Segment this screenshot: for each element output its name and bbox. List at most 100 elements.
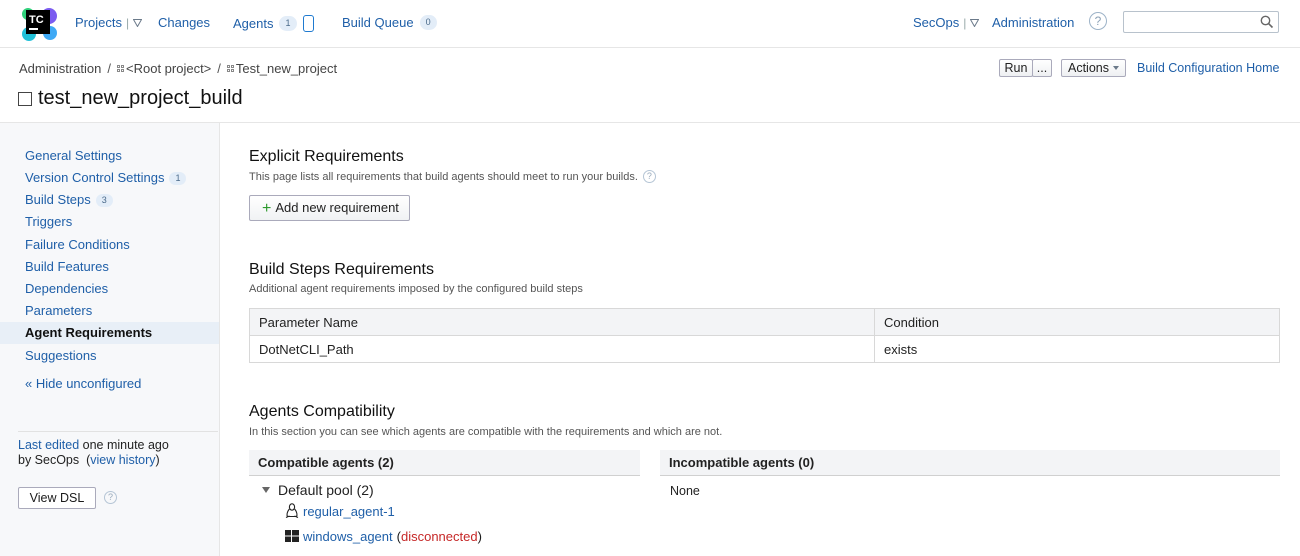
agents-count-badge: 1 — [279, 16, 297, 31]
agents-compatibility-heading: Agents Compatibility — [249, 403, 395, 420]
last-edited-time: one minute ago — [79, 438, 169, 452]
build-queue-count-badge: 0 — [419, 15, 437, 30]
sidebar-item-suggestions[interactable]: Suggestions — [0, 345, 219, 367]
last-edited-by: by SecOps — [18, 453, 80, 467]
add-new-requirement-button[interactable]: + Add new requirement — [249, 195, 410, 221]
dsl-help-icon[interactable]: ? — [104, 491, 117, 504]
user-name[interactable]: SecOps — [913, 15, 959, 30]
actions-label[interactable]: Actions — [1068, 61, 1109, 75]
hide-unconfigured-link[interactable]: « Hide unconfigured — [0, 373, 219, 395]
help-icon[interactable]: ? — [642, 170, 656, 183]
svg-text:TC: TC — [29, 14, 44, 26]
actions-button[interactable]: Actions — [1061, 59, 1126, 77]
agent-row-regular-agent-1: regular_agent-1 — [285, 503, 395, 519]
linux-icon — [285, 503, 299, 519]
view-history-link[interactable]: view history — [90, 453, 155, 467]
sidebar-item-dependencies[interactable]: Dependencies — [0, 278, 219, 300]
build-steps-requirements-table: Parameter Name Condition DotNetCLI_Path … — [249, 308, 1280, 363]
explicit-requirements-description: This page lists all requirements that bu… — [249, 170, 656, 183]
sidebar-item-label[interactable]: Failure Conditions — [25, 237, 130, 252]
projects-dropdown-icon[interactable] — [133, 18, 143, 27]
sidebar-item-label[interactable]: Triggers — [25, 214, 72, 229]
breadcrumb-administration[interactable]: Administration — [19, 61, 101, 76]
breadcrumb: Administration / <Root project> / Test_n… — [19, 61, 338, 76]
sidebar-item-label[interactable]: General Settings — [25, 148, 122, 163]
sidebar-item-parameters[interactable]: Parameters — [0, 300, 219, 322]
sidebar-item-label[interactable]: Build Steps — [25, 192, 91, 207]
sidebar-item-label[interactable]: Version Control Settings — [25, 170, 164, 185]
default-pool-label: Default pool (2) — [278, 482, 374, 498]
agents-compatibility-description: In this section you can see which agents… — [249, 426, 723, 438]
nav-projects-label[interactable]: Projects — [75, 15, 122, 30]
breadcrumb-root-project[interactable]: <Root project> — [126, 61, 211, 76]
hide-unconfigured-label[interactable]: « Hide unconfigured — [25, 376, 141, 391]
breadcrumb-project[interactable]: Test_new_project — [236, 61, 337, 76]
sidebar-item-triggers[interactable]: Triggers — [0, 211, 219, 233]
top-navigation-bar: TC Projects | Changes Agents 1 Build Que… — [0, 0, 1300, 48]
column-header-condition: Condition — [874, 308, 1280, 336]
project-icon — [117, 65, 124, 72]
default-pool-group[interactable]: Default pool (2) — [262, 482, 374, 498]
search-input[interactable] — [1123, 11, 1279, 33]
sidebar-divider — [18, 431, 218, 432]
sidebar-item-label[interactable]: Agent Requirements — [25, 325, 152, 340]
sidebar-item-label[interactable]: Dependencies — [25, 281, 108, 296]
vcs-count-badge: 1 — [169, 172, 187, 185]
last-edited-info: Last edited one minute ago by SecOps (vi… — [18, 438, 169, 467]
build-config-icon — [18, 91, 32, 106]
condition-cell: exists — [874, 335, 1280, 363]
teamcity-logo-icon[interactable]: TC — [20, 6, 58, 42]
last-edited-link[interactable]: Last edited — [18, 438, 79, 452]
nav-agents-label[interactable]: Agents — [233, 16, 273, 31]
nav-build-queue[interactable]: Build Queue 0 — [342, 15, 437, 30]
run-button[interactable]: Run — [999, 59, 1033, 77]
sidebar-item-label[interactable]: Parameters — [25, 303, 92, 318]
search-icon[interactable] — [1260, 15, 1274, 29]
build-steps-requirements-heading: Build Steps Requirements — [249, 261, 434, 278]
agent-row-windows-agent: windows_agent (disconnected) — [285, 529, 482, 544]
sidebar-item-agent-requirements[interactable]: Agent Requirements — [0, 322, 219, 344]
compatible-agents-header: Compatible agents (2) — [249, 450, 640, 476]
help-icon[interactable]: ? — [1089, 12, 1107, 30]
page-title-text: test_new_project_build — [38, 87, 243, 109]
column-header-parameter-name: Parameter Name — [249, 308, 875, 336]
nav-administration[interactable]: Administration — [992, 15, 1074, 30]
sidebar-item-version-control-settings[interactable]: Version Control Settings 1 — [0, 167, 219, 189]
sidebar-item-build-features[interactable]: Build Features — [0, 256, 219, 278]
table-row: DotNetCLI_Path exists — [249, 335, 1280, 363]
sidebar-item-failure-conditions[interactable]: Failure Conditions — [0, 234, 219, 256]
actions-dropdown-icon[interactable] — [1113, 66, 1119, 70]
explicit-requirements-heading: Explicit Requirements — [249, 148, 404, 165]
settings-sidebar: General Settings Version Control Setting… — [0, 123, 220, 556]
build-steps-requirements-description: Additional agent requirements imposed by… — [249, 283, 583, 295]
sidebar-item-general-settings[interactable]: General Settings — [0, 145, 219, 167]
page-title: test_new_project_build — [18, 87, 243, 110]
nav-changes[interactable]: Changes — [158, 15, 210, 30]
parameter-name-cell: DotNetCLI_Path — [249, 335, 875, 363]
incompatible-agents-header: Incompatible agents (0) — [660, 450, 1280, 476]
run-options-button[interactable]: ... — [1032, 59, 1052, 77]
nav-projects[interactable]: Projects | — [75, 15, 143, 30]
agent-device-icon[interactable] — [302, 15, 314, 32]
sidebar-item-label[interactable]: Suggestions — [25, 348, 97, 363]
plus-icon: + — [262, 200, 272, 217]
nav-user-menu[interactable]: SecOps | — [913, 15, 980, 30]
explicit-requirements-desc-text: This page lists all requirements that bu… — [249, 170, 638, 183]
user-dropdown-icon[interactable] — [970, 18, 980, 27]
nav-agents[interactable]: Agents 1 — [233, 15, 314, 32]
incompatible-agents-none: None — [670, 484, 700, 498]
build-steps-count-badge: 3 — [95, 194, 113, 207]
collapse-triangle-icon[interactable] — [262, 487, 270, 493]
sidebar-item-label[interactable]: Build Features — [25, 259, 109, 274]
nav-build-queue-label[interactable]: Build Queue — [342, 15, 414, 30]
agent-link-regular-agent-1[interactable]: regular_agent-1 — [303, 504, 395, 519]
table-header-row: Parameter Name Condition — [249, 308, 1280, 336]
add-new-requirement-label[interactable]: Add new requirement — [275, 200, 399, 215]
view-dsl-button[interactable]: View DSL — [18, 487, 96, 509]
agent-status-disconnected: disconnected — [400, 529, 478, 544]
windows-icon — [285, 530, 299, 542]
agent-link-windows-agent[interactable]: windows_agent — [303, 529, 393, 544]
sidebar-item-build-steps[interactable]: Build Steps 3 — [0, 189, 219, 211]
build-configuration-home-link[interactable]: Build Configuration Home — [1137, 61, 1279, 75]
project-icon — [226, 65, 234, 72]
